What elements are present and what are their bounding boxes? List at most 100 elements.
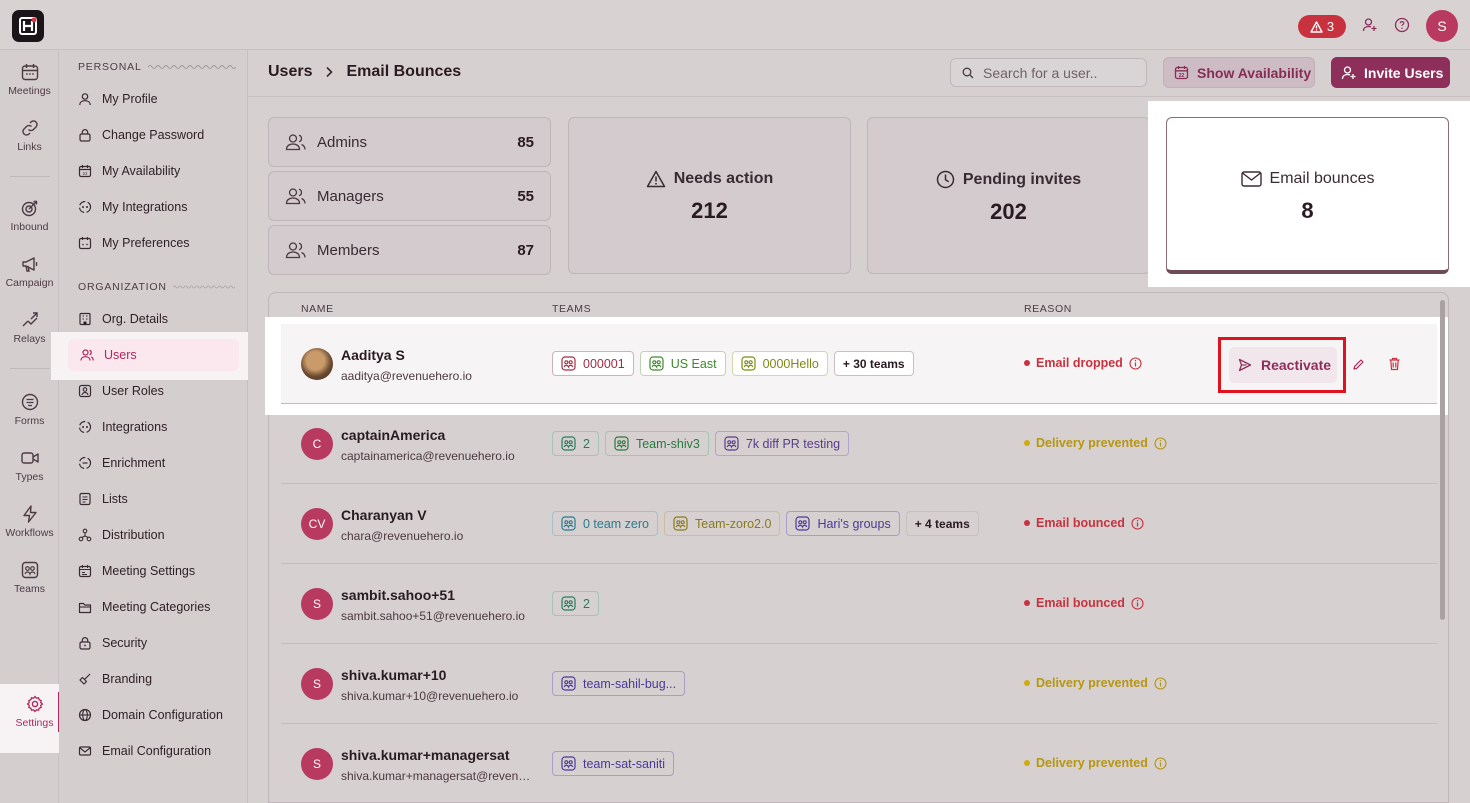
- nav-inbound[interactable]: Inbound: [0, 198, 59, 233]
- edit-icon[interactable]: [1352, 358, 1366, 372]
- team-icon: [0, 560, 59, 580]
- section-heading-personal: PERSONAL: [78, 61, 236, 73]
- search-input[interactable]: Search for a user..: [950, 58, 1147, 87]
- integration-icon: [78, 200, 92, 214]
- team-chip[interactable]: team-sat-saniti: [552, 751, 674, 776]
- nav-label: Teams: [14, 583, 45, 595]
- team-chip[interactable]: 0 team zero: [552, 511, 659, 536]
- user-avatar[interactable]: S: [1426, 10, 1458, 42]
- sidebar-item-my-availability[interactable]: 22 My Availability: [78, 158, 243, 184]
- user-email: shiva.kumar+10@revenuehero.io: [341, 689, 519, 703]
- team-icon: [724, 436, 739, 451]
- nav-label: Types: [15, 471, 44, 483]
- email-bounces-card[interactable]: Email bounces 8: [1166, 117, 1449, 274]
- user-name: shiva.kumar+10: [341, 667, 447, 683]
- more-teams-chip[interactable]: + 30 teams: [833, 351, 914, 376]
- info-icon[interactable]: [1154, 756, 1167, 770]
- delete-icon[interactable]: [1388, 357, 1402, 371]
- app-logo[interactable]: [12, 10, 44, 42]
- sidebar-item-users[interactable]: Users: [68, 339, 239, 371]
- team-chip[interactable]: 2: [552, 431, 599, 456]
- table-row[interactable]: C captainAmerica captainamerica@revenueh…: [281, 404, 1437, 484]
- sidebar-item-distribution[interactable]: Distribution: [78, 522, 243, 548]
- sidebar-item-user-roles[interactable]: User Roles: [78, 378, 243, 404]
- team-chip[interactable]: Team-zoro2.0: [664, 511, 781, 536]
- help-icon[interactable]: [1394, 17, 1412, 35]
- info-icon[interactable]: [1131, 596, 1144, 610]
- video-icon: [0, 448, 59, 468]
- managers-stat-card[interactable]: Managers 55: [268, 171, 551, 221]
- table-row[interactable]: S shiva.kumar+10 shiva.kumar+10@revenueh…: [281, 644, 1437, 724]
- users-icon: [285, 187, 307, 205]
- bounce-reason: Delivery prevented: [1024, 756, 1167, 770]
- table-scrollbar[interactable]: [1440, 300, 1445, 620]
- sidebar-item-integrations[interactable]: Integrations: [78, 414, 243, 440]
- sidebar-item-my-preferences[interactable]: My Preferences: [78, 230, 243, 256]
- team-chip[interactable]: team-sahil-bug...: [552, 671, 686, 696]
- nav-campaign[interactable]: Campaign: [0, 254, 59, 289]
- nav-label: Inbound: [10, 221, 49, 233]
- stat-value: 87: [517, 241, 534, 259]
- nav-links[interactable]: Links: [0, 118, 59, 153]
- alerts-button[interactable]: 3: [1298, 15, 1346, 38]
- sidebar-item-lists[interactable]: Lists: [78, 486, 243, 512]
- breadcrumb-users-link[interactable]: Users: [268, 63, 312, 81]
- invite-users-button[interactable]: Invite Users: [1331, 57, 1450, 88]
- sidebar-item-meeting-settings[interactable]: Meeting Settings: [78, 558, 243, 584]
- pending-invites-card[interactable]: Pending invites 202: [867, 117, 1150, 274]
- table-row[interactable]: CV Charanyan V chara@revenuehero.io 0 te…: [281, 484, 1437, 564]
- nav-meetings[interactable]: Meetings: [0, 62, 59, 97]
- nav-label: Settings: [15, 717, 54, 729]
- team-chip[interactable]: Team-shiv3: [604, 431, 709, 456]
- needs-action-card[interactable]: Needs action 212: [568, 117, 851, 274]
- table-row[interactable]: S shiva.kumar+managersat shiva.kumar+man…: [281, 724, 1437, 803]
- team-chip[interactable]: 000001: [552, 351, 634, 376]
- nav-types[interactable]: Types: [0, 448, 59, 483]
- more-teams-chip[interactable]: + 4 teams: [905, 511, 979, 536]
- preferences-icon: [78, 236, 92, 250]
- globe-icon: [78, 708, 92, 722]
- sidebar-item-my-profile[interactable]: My Profile: [78, 86, 243, 112]
- sidebar-item-org-details[interactable]: Org. Details: [78, 306, 243, 332]
- add-user-icon[interactable]: [1362, 17, 1380, 35]
- nav-forms[interactable]: Forms: [0, 392, 59, 427]
- sidebar-item-meeting-categories[interactable]: Meeting Categories: [78, 594, 243, 620]
- bounce-reason: Email bounced: [1024, 516, 1144, 530]
- sidebar-item-my-integrations[interactable]: My Integrations: [78, 194, 243, 220]
- team-icon: [673, 516, 688, 531]
- sidebar-item-email-configuration[interactable]: Email Configuration: [78, 738, 243, 764]
- user-name: Aaditya S: [341, 347, 405, 363]
- info-icon[interactable]: [1131, 516, 1144, 530]
- sidebar-item-domain-configuration[interactable]: Domain Configuration: [78, 702, 243, 728]
- reactivate-button[interactable]: Reactivate: [1229, 347, 1337, 383]
- info-icon[interactable]: [1129, 356, 1142, 370]
- team-chip[interactable]: 0000Hello: [731, 351, 828, 376]
- nav-teams[interactable]: Teams: [0, 560, 59, 595]
- lightning-icon: [0, 504, 59, 524]
- column-header-name: NAME: [301, 303, 334, 315]
- table-row[interactable]: S sambit.sahoo+51 sambit.sahoo+51@revenu…: [281, 564, 1437, 644]
- link-icon: [0, 118, 59, 138]
- meeting-settings-icon: [78, 564, 92, 578]
- stat-value: 85: [517, 133, 534, 151]
- sidebar-item-security[interactable]: Security: [78, 630, 243, 656]
- info-icon[interactable]: [1154, 436, 1167, 450]
- team-icon: [561, 676, 576, 691]
- show-availability-button[interactable]: 22 Show Availability: [1163, 57, 1315, 88]
- user-email: aaditya@revenuehero.io: [341, 369, 472, 383]
- team-chip[interactable]: 2: [552, 591, 599, 616]
- nav-label: Relays: [13, 333, 46, 345]
- nav-workflows[interactable]: Workflows: [0, 504, 59, 539]
- sidebar-item-branding[interactable]: Branding: [78, 666, 243, 692]
- team-icon: [561, 596, 576, 611]
- team-chip[interactable]: US East: [639, 351, 726, 376]
- sidebar-item-change-password[interactable]: Change Password: [78, 122, 243, 148]
- members-stat-card[interactable]: Members 87: [268, 225, 551, 275]
- user-email: shiva.kumar+managersat@revenuehero.io: [341, 769, 536, 783]
- info-icon[interactable]: [1154, 676, 1167, 690]
- svg-text:22: 22: [1179, 73, 1185, 79]
- team-chip[interactable]: 7k diff PR testing: [714, 431, 850, 456]
- sidebar-item-enrichment[interactable]: Enrichment: [78, 450, 243, 476]
- team-chip[interactable]: Hari's groups: [786, 511, 900, 536]
- admins-stat-card[interactable]: Admins 85: [268, 117, 551, 167]
